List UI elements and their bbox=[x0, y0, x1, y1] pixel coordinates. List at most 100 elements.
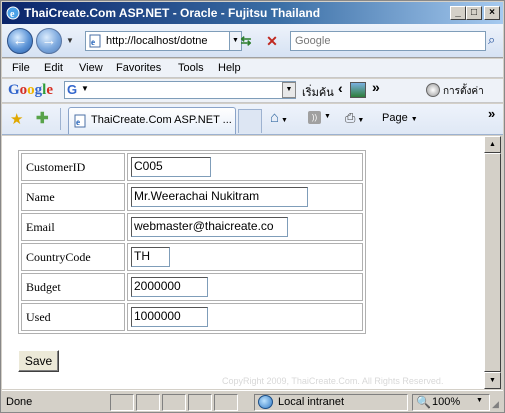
zoom-dropdown[interactable]: ▼ bbox=[476, 397, 483, 404]
image-icon[interactable] bbox=[350, 82, 366, 98]
add-favorite-icon[interactable]: ✚ bbox=[36, 109, 49, 127]
chevron-down-icon: ▼ bbox=[81, 84, 89, 93]
table-row: Used 1000000 bbox=[21, 303, 363, 331]
google-toolbar: Google G ▼ ▼ เริ่มค้น ‹ » การตั้งค่า bbox=[2, 79, 503, 103]
email-cell: webmaster@thaicreate.co bbox=[127, 213, 363, 241]
scroll-down-arrow[interactable]: ▼ bbox=[484, 372, 501, 389]
browser-window: e ThaiCreate.Com ASP.NET - Oracle - Fuji… bbox=[0, 0, 505, 413]
tab-label: ThaiCreate.Com ASP.NET ... bbox=[91, 114, 232, 126]
page-menu-label: Page bbox=[382, 112, 408, 124]
page-content: CopyRight 2009, ThaiCreate.Com. All Righ… bbox=[2, 136, 484, 389]
search-icon[interactable]: ⌕ bbox=[488, 32, 504, 50]
status-panel bbox=[136, 394, 160, 411]
new-tab-button[interactable] bbox=[238, 109, 262, 133]
budget-cell: 2000000 bbox=[127, 273, 363, 301]
table-row: CountryCode TH bbox=[21, 243, 363, 271]
table-row: Budget 2000000 bbox=[21, 273, 363, 301]
status-panel bbox=[162, 394, 186, 411]
search-box[interactable]: Google bbox=[290, 31, 486, 51]
home-icon[interactable]: ⌂ ▼ bbox=[270, 109, 288, 126]
vertical-scrollbar[interactable]: ▲ ▼ bbox=[484, 136, 501, 389]
name-cell: Mr.Weerachai Nukitram bbox=[127, 183, 363, 211]
svg-text:e: e bbox=[10, 9, 15, 20]
used-input[interactable]: 1000000 bbox=[131, 307, 208, 327]
google-more-icon[interactable]: ‹ bbox=[338, 80, 343, 96]
feeds-icon[interactable]: )) bbox=[308, 111, 321, 124]
print-icon[interactable]: ⎙ ▼ bbox=[345, 110, 364, 126]
table-row: CustomerID C005 bbox=[21, 153, 363, 181]
menu-edit[interactable]: Edit bbox=[44, 62, 63, 74]
recent-pages-dropdown[interactable]: ▼ bbox=[66, 36, 74, 45]
table-row: Name Mr.Weerachai Nukitram bbox=[21, 183, 363, 211]
name-label: Name bbox=[21, 183, 125, 211]
title-bar[interactable]: e ThaiCreate.Com ASP.NET - Oracle - Fuji… bbox=[2, 2, 503, 24]
name-input[interactable]: Mr.Weerachai Nukitram bbox=[131, 187, 308, 207]
scroll-thumb[interactable] bbox=[484, 153, 501, 372]
email-input[interactable]: webmaster@thaicreate.co bbox=[131, 217, 288, 237]
svg-text:e: e bbox=[91, 37, 95, 47]
feeds-dropdown[interactable]: ▼ bbox=[324, 113, 331, 120]
customerid-label: CustomerID bbox=[21, 153, 125, 181]
google-settings-button[interactable]: การตั้งค่า bbox=[443, 84, 484, 99]
window-title: ThaiCreate.Com ASP.NET - Oracle - Fujits… bbox=[24, 6, 321, 20]
ie-icon: e bbox=[6, 6, 20, 20]
tab-active-page[interactable]: e ThaiCreate.Com ASP.NET ... bbox=[68, 107, 236, 134]
status-text: Done bbox=[6, 396, 33, 408]
resize-grip[interactable]: ◢ bbox=[492, 399, 499, 410]
countrycode-input[interactable]: TH bbox=[131, 247, 170, 267]
status-panel bbox=[110, 394, 134, 411]
google-search-dropdown[interactable]: ▼ bbox=[282, 82, 296, 98]
address-bar[interactable]: e http://localhost/dotne bbox=[85, 31, 230, 51]
page-menu-button[interactable]: Page ▼ bbox=[382, 112, 418, 124]
chevron-down-icon: ▼ bbox=[410, 116, 418, 123]
forward-button[interactable]: → bbox=[36, 28, 62, 54]
email-label: Email bbox=[21, 213, 125, 241]
minimize-button[interactable]: _ bbox=[450, 6, 466, 20]
budget-input[interactable]: 2000000 bbox=[131, 277, 208, 297]
zoom-icon[interactable]: 🔍 bbox=[416, 395, 431, 409]
refresh-button[interactable]: ⇆ bbox=[237, 32, 255, 50]
tab-separator bbox=[60, 108, 61, 130]
used-cell: 1000000 bbox=[127, 303, 363, 331]
save-button[interactable]: Save bbox=[18, 350, 59, 372]
maximize-button[interactable]: □ bbox=[466, 6, 482, 20]
address-input[interactable]: http://localhost/dotne bbox=[106, 35, 211, 47]
globe-icon bbox=[258, 395, 273, 409]
google-logo[interactable]: Google bbox=[8, 82, 53, 99]
back-button[interactable]: ← bbox=[7, 28, 33, 54]
favorites-star-icon[interactable]: ★ bbox=[10, 110, 23, 128]
address-toolbar: ← → ▼ e http://localhost/dotne ▼ ⇆ ✕ Goo… bbox=[2, 24, 503, 58]
scroll-up-arrow[interactable]: ▲ bbox=[484, 136, 501, 153]
status-bar: Done Local intranet 🔍 100% ▼ ◢ bbox=[2, 390, 503, 412]
menu-favorites[interactable]: Favorites bbox=[116, 62, 161, 74]
budget-label: Budget bbox=[21, 273, 125, 301]
copyright-watermark: CopyRight 2009, ThaiCreate.Com. All Righ… bbox=[222, 376, 444, 386]
google-search-field[interactable]: G ▼ bbox=[64, 81, 296, 99]
zoom-level[interactable]: 100% bbox=[432, 396, 460, 408]
countrycode-cell: TH bbox=[127, 243, 363, 271]
tab-bar: ★ ✚ e ThaiCreate.Com ASP.NET ... ⌂ ▼ )) … bbox=[2, 104, 503, 135]
status-panel bbox=[188, 394, 212, 411]
customerid-input[interactable]: C005 bbox=[131, 157, 211, 177]
svg-text:e: e bbox=[76, 117, 80, 127]
menu-help[interactable]: Help bbox=[218, 62, 241, 74]
table-row: Email webmaster@thaicreate.co bbox=[21, 213, 363, 241]
menu-file[interactable]: File bbox=[12, 62, 30, 74]
security-zone: Local intranet bbox=[278, 396, 345, 408]
customer-form-table: CustomerID C005 Name Mr.Weerachai Nukitr… bbox=[18, 150, 366, 334]
menu-view[interactable]: View bbox=[79, 62, 103, 74]
customerid-cell: C005 bbox=[127, 153, 363, 181]
stop-button[interactable]: ✕ bbox=[262, 32, 282, 50]
status-panel bbox=[214, 394, 238, 411]
used-label: Used bbox=[21, 303, 125, 331]
menu-bar: File Edit View Favorites Tools Help bbox=[2, 59, 503, 78]
menu-tools[interactable]: Tools bbox=[178, 62, 204, 74]
page-icon: e bbox=[89, 34, 101, 48]
close-button[interactable]: × bbox=[484, 6, 500, 20]
toolbar-overflow-chevron[interactable]: » bbox=[488, 106, 495, 121]
page-icon: e bbox=[74, 114, 86, 128]
google-overflow-chevron[interactable]: » bbox=[372, 79, 380, 95]
settings-icon[interactable] bbox=[426, 83, 440, 97]
google-search-button[interactable]: เริ่มค้น bbox=[302, 83, 334, 101]
search-input[interactable]: Google bbox=[295, 35, 330, 47]
